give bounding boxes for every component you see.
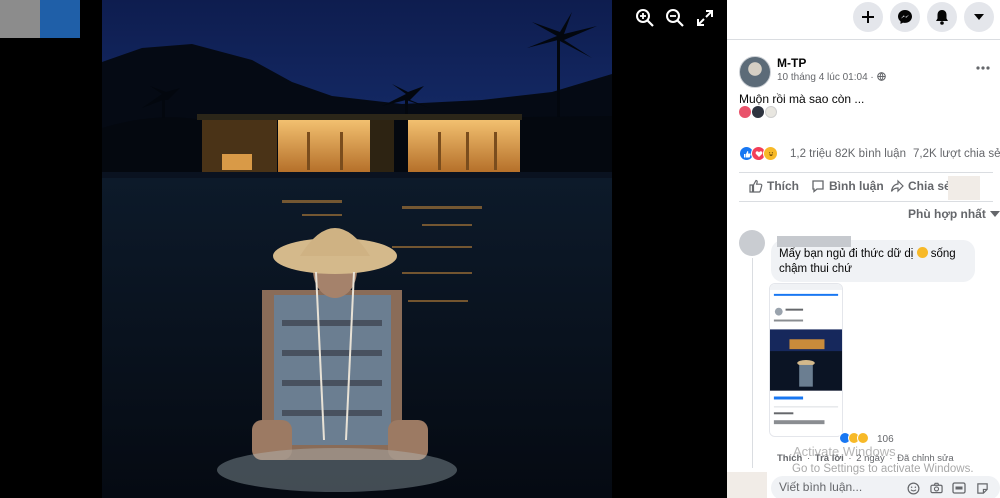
moon-emoji: [765, 106, 777, 118]
fullscreen-icon[interactable]: [693, 6, 717, 30]
thumbs-up-icon: [749, 179, 763, 193]
like-label: Thích: [767, 179, 799, 193]
thumbnail[interactable]: [40, 0, 80, 38]
camera-icon[interactable]: [929, 481, 943, 495]
comment-sort-dropdown[interactable]: Phù hợp nhất: [908, 207, 1000, 221]
comment-screenshot-image[interactable]: [769, 283, 843, 437]
messenger-icon[interactable]: [890, 2, 920, 32]
author-avatar[interactable]: [739, 56, 771, 88]
reaction-count[interactable]: 1,2 triệu: [790, 148, 832, 160]
windows-activation-title: Activate Windows: [793, 444, 896, 459]
windows-activation-subtitle: Go to Settings to activate Windows.: [792, 463, 974, 475]
haha-reaction-icon: [763, 146, 778, 161]
post-caption: Muộn rồi mà sao còn ...: [739, 92, 865, 106]
author-name[interactable]: M-TP: [777, 56, 806, 70]
globe-icon: [876, 72, 886, 81]
comment-text-main: Mấy bạn ngủ đi thức dữ dị: [779, 248, 914, 260]
photo-viewer: [0, 0, 727, 498]
sticker-icon[interactable]: [975, 481, 989, 495]
comment-label: Bình luận: [829, 179, 884, 193]
commenter-avatar[interactable]: [739, 230, 765, 256]
share-count[interactable]: 7,2K lượt chia sẻ: [913, 148, 1000, 160]
black-circle-emoji: [752, 106, 764, 118]
comment-reaction-icons[interactable]: [839, 432, 869, 444]
post-time-text: 10 tháng 4 lúc 01:04 ·: [777, 72, 877, 83]
sad-reaction-icon: [857, 432, 869, 444]
caret-down-icon[interactable]: [964, 2, 994, 32]
top-bar: [727, 0, 1000, 40]
my-avatar: [727, 472, 767, 498]
worried-emoji: [916, 247, 928, 258]
comment-bubble-icon: [812, 180, 824, 193]
like-button[interactable]: Thích: [749, 179, 799, 193]
emoji-icon[interactable]: [906, 481, 920, 495]
notifications-bell-icon[interactable]: [927, 2, 957, 32]
comment-composer: [771, 476, 1000, 498]
zoom-out-icon[interactable]: [663, 6, 687, 30]
gif-icon[interactable]: [952, 481, 966, 495]
broken-heart-emoji: [739, 106, 751, 118]
comment-text: Mấy bạn ngủ đi thức dữ dị sống chậm thui…: [779, 247, 967, 277]
comment-button[interactable]: Bình luận: [811, 179, 884, 193]
reaction-icons[interactable]: [739, 146, 778, 161]
sort-label: Phù hợp nhất: [908, 207, 986, 221]
post-panel: M-TP 10 tháng 4 lúc 01:04 · Muộn rồi mà …: [727, 0, 1000, 498]
blurred-avatar: [948, 176, 980, 200]
zoom-in-icon[interactable]: [633, 6, 657, 30]
comment-count[interactable]: 82K bình luận: [835, 148, 906, 160]
chevron-down-icon: [989, 211, 1000, 217]
caption-emoji: [739, 106, 777, 118]
viewer-toolbar: [633, 6, 717, 30]
thread-line: [752, 258, 753, 468]
post-photo: [102, 0, 612, 498]
commenter-name-redacted[interactable]: [777, 236, 851, 247]
post-timestamp[interactable]: 10 tháng 4 lúc 01:04 ·: [777, 72, 886, 83]
share-arrow-icon: [890, 179, 904, 193]
write-comment-input[interactable]: [779, 480, 899, 494]
plus-icon[interactable]: [853, 2, 883, 32]
previous-thumbnail[interactable]: [0, 0, 40, 38]
share-button[interactable]: Chia sẻ: [890, 179, 951, 193]
share-label: Chia sẻ: [908, 179, 951, 193]
more-options-icon[interactable]: [973, 58, 993, 78]
